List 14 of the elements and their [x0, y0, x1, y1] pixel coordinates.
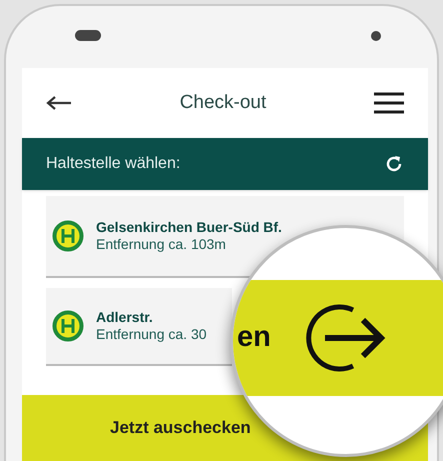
- stop-card[interactable]: Adlerstr. Entfernung ca. 30: [46, 288, 232, 366]
- stop-name: Adlerstr.: [96, 308, 154, 326]
- stop-distance: Entfernung ca. 30: [96, 326, 207, 344]
- bus-stop-icon: [52, 220, 84, 252]
- stop-name: Gelsenkirchen Buer-Süd Bf.: [96, 218, 282, 236]
- back-arrow-icon[interactable]: [46, 95, 72, 111]
- magnified-label: en: [237, 320, 271, 356]
- stop-distance: Entfernung ca. 103m: [96, 236, 227, 254]
- bus-stop-icon: [52, 310, 84, 342]
- refresh-icon[interactable]: [384, 154, 404, 174]
- section-title: Haltestelle wählen:: [46, 154, 180, 174]
- speaker-grille: [75, 30, 101, 41]
- screen-title: Check-out: [180, 90, 266, 115]
- menu-icon[interactable]: [374, 92, 404, 114]
